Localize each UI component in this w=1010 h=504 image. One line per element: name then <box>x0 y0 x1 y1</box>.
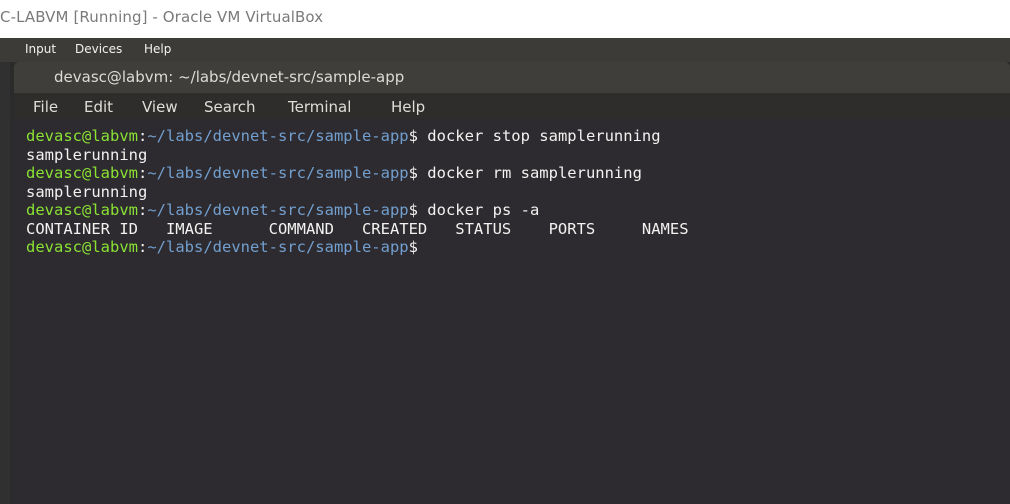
prompt-end: $ <box>408 127 418 145</box>
terminal-menu-search[interactable]: Search <box>204 98 256 116</box>
terminal-line: samplerunning <box>26 146 1010 165</box>
prompt-user: devasc@labvm <box>26 238 138 256</box>
command-text: docker stop samplerunning <box>417 127 661 145</box>
prompt-sep: : <box>137 238 148 256</box>
prompt-end: $ <box>408 201 418 219</box>
prompt-path: ~/labs/devnet-src/sample-app <box>147 127 409 145</box>
output-text: samplerunning <box>26 145 148 164</box>
terminal-menu-view[interactable]: View <box>142 98 178 116</box>
prompt-path: ~/labs/devnet-src/sample-app <box>147 238 409 256</box>
prompt-user: devasc@labvm <box>26 164 138 182</box>
prompt-end: $ <box>408 238 418 256</box>
prompt-sep: : <box>137 164 148 182</box>
terminal-line: samplerunning <box>26 183 1010 202</box>
prompt-user: devasc@labvm <box>26 201 138 219</box>
terminal-menu-terminal[interactable]: Terminal <box>288 98 351 116</box>
terminal-title-bar[interactable]: devasc@labvm: ~/labs/devnet-src/sample-a… <box>14 62 1010 93</box>
terminal-menubar: File Edit View Search Terminal Help <box>14 93 1010 119</box>
terminal-menu-edit[interactable]: Edit <box>84 98 113 116</box>
prompt-path: ~/labs/devnet-src/sample-app <box>147 201 409 219</box>
output-text: samplerunning <box>26 182 148 201</box>
prompt-sep: : <box>137 201 148 219</box>
guest-edge <box>0 62 10 504</box>
prompt-sep: : <box>137 127 148 145</box>
command-text: docker ps -a <box>417 201 540 219</box>
prompt-path: ~/labs/devnet-src/sample-app <box>147 164 409 182</box>
terminal-menu-file[interactable]: File <box>33 98 58 116</box>
vbox-menu-input[interactable]: Input <box>25 42 56 56</box>
command-text: docker rm samplerunning <box>417 164 642 182</box>
terminal-line: devasc@labvm:~/labs/devnet-src/sample-ap… <box>26 201 1010 220</box>
window-title: C-LABVM [Running] - Oracle VM VirtualBox <box>0 8 324 26</box>
terminal-line: devasc@labvm:~/labs/devnet-src/sample-ap… <box>26 127 1010 146</box>
terminal-output[interactable]: devasc@labvm:~/labs/devnet-src/sample-ap… <box>26 127 1010 257</box>
terminal-line: devasc@labvm:~/labs/devnet-src/sample-ap… <box>26 238 1010 257</box>
terminal-line: devasc@labvm:~/labs/devnet-src/sample-ap… <box>26 164 1010 183</box>
prompt-user: devasc@labvm <box>26 127 138 145</box>
terminal-title: devasc@labvm: ~/labs/devnet-src/sample-a… <box>54 68 405 86</box>
vbox-menubar: Input Devices Help <box>0 38 1010 62</box>
vbox-menu-help[interactable]: Help <box>144 42 171 56</box>
terminal-line: CONTAINER ID IMAGE COMMAND CREATED STATU… <box>26 220 1010 239</box>
vbox-title-bar: C-LABVM [Running] - Oracle VM VirtualBox <box>0 0 1010 38</box>
terminal-menu-help[interactable]: Help <box>391 98 425 116</box>
output-text: CONTAINER ID IMAGE COMMAND CREATED STATU… <box>26 219 689 238</box>
vbox-menu-devices[interactable]: Devices <box>75 42 122 56</box>
prompt-end: $ <box>408 164 418 182</box>
